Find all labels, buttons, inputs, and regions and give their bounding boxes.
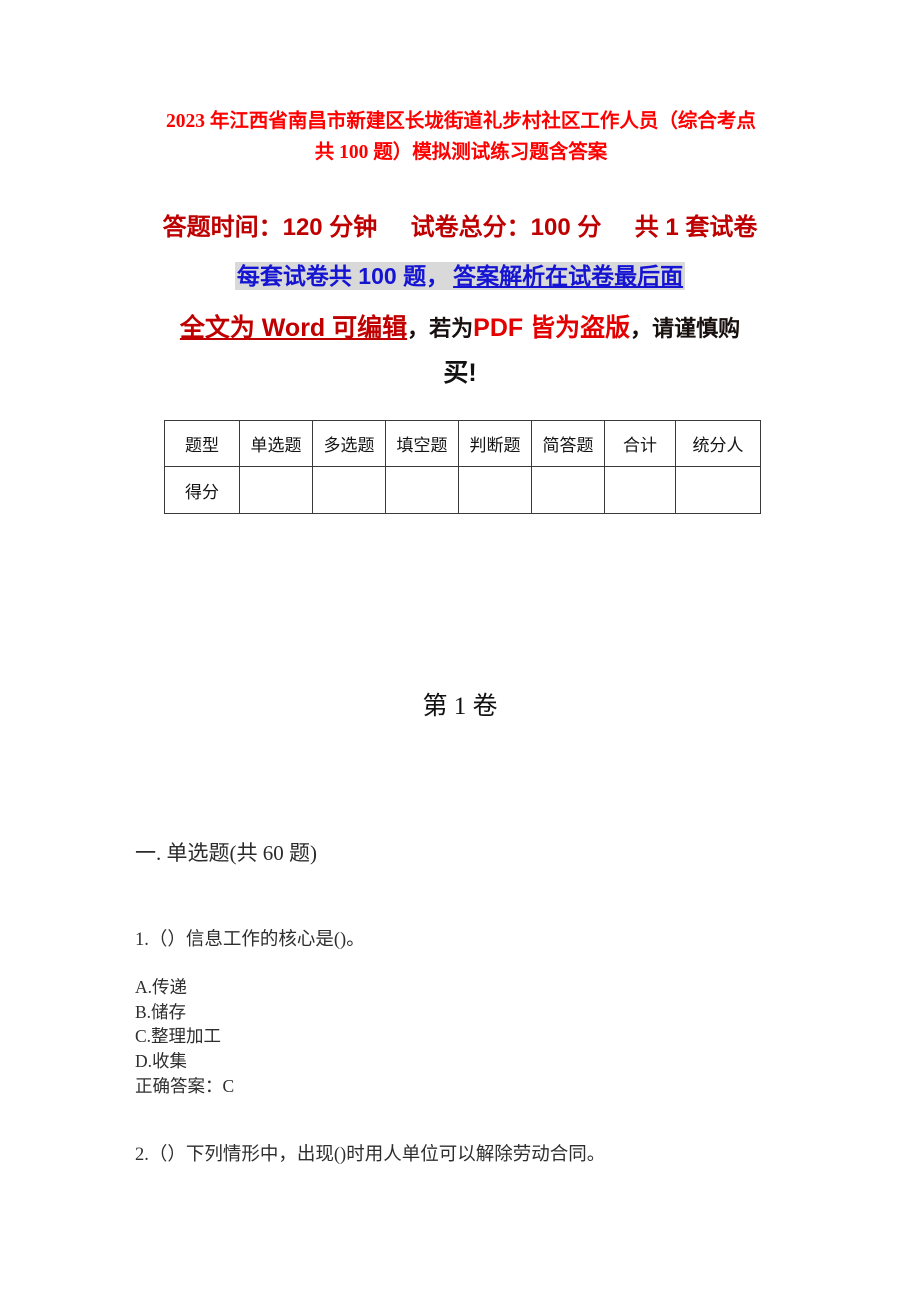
if-pdf-prefix: ，若为 bbox=[407, 316, 474, 341]
document-title: 2023 年江西省南昌市新建区长垅街道礼步村社区工作人员（综合考点共 100 题… bbox=[166, 111, 756, 163]
word-editable-note: 全文为 Word 可编辑 bbox=[179, 314, 408, 342]
row-label-cell: 得分 bbox=[164, 466, 240, 514]
format-warning-line: 全文为 Word 可编辑，若为PDF 皆为盗版，请谨慎购 买! bbox=[140, 306, 780, 396]
question-option[interactable]: B.储存 bbox=[135, 1000, 835, 1025]
score-cell[interactable] bbox=[675, 466, 761, 514]
question-option[interactable]: A.传递 bbox=[135, 975, 835, 1000]
question-stem: 1.（）信息工作的核心是()。 bbox=[135, 930, 365, 950]
question-answer: 正确答案：C bbox=[135, 1076, 235, 1096]
answer-analysis-note: 答案解析在试卷最后面 bbox=[451, 262, 686, 290]
table-header-cell: 题型 bbox=[164, 420, 240, 467]
table-header-cell: 判断题 bbox=[458, 420, 532, 467]
caution-suffix: ，请谨慎购 bbox=[630, 316, 741, 341]
total-score-label: 试卷总分：100 分 bbox=[410, 214, 602, 241]
section-heading-single-choice: 一. 单选题(共 60 题) bbox=[135, 841, 317, 865]
score-cell[interactable] bbox=[385, 466, 459, 514]
question-option[interactable]: C.整理加工 bbox=[135, 1024, 835, 1049]
table-header-cell: 简答题 bbox=[531, 420, 605, 467]
exam-info-line: 答题时间：120 分钟 试卷总分：100 分 共 1 套试卷 bbox=[140, 210, 780, 246]
score-table: 题型 单选题 多选题 填空题 判断题 简答题 合计 统分人 得分 bbox=[164, 420, 761, 514]
question-options: A.传递 B.储存 C.整理加工 D.收集 正确答案：C bbox=[135, 975, 835, 1099]
table-header-cell: 单选题 bbox=[239, 420, 313, 467]
table-header-row: 题型 单选题 多选题 填空题 判断题 简答题 合计 统分人 bbox=[164, 420, 761, 467]
exam-time-label: 答题时间：120 分钟 bbox=[162, 214, 378, 241]
answer-location-line: 每套试卷共 100 题， 答案解析在试卷最后面 bbox=[140, 258, 780, 294]
question-item: 2.（）下列情形中，出现()时用人单位可以解除劳动合同。 bbox=[135, 1140, 835, 1170]
question-item: 1.（）信息工作的核心是()。 A.传递 B.储存 C.整理加工 D.收集 正确… bbox=[135, 925, 835, 1099]
question-stem: 2.（）下列情形中，出现()时用人单位可以解除劳动合同。 bbox=[135, 1145, 606, 1165]
score-cell[interactable] bbox=[531, 466, 605, 514]
caution-tail: 买! bbox=[443, 359, 477, 387]
table-header-cell: 多选题 bbox=[312, 420, 386, 467]
set-count-label: 共 1 套试卷 bbox=[634, 214, 758, 241]
score-cell[interactable] bbox=[239, 466, 313, 514]
volume-title: 第 1 卷 bbox=[422, 693, 498, 720]
score-cell[interactable] bbox=[458, 466, 532, 514]
score-cell[interactable] bbox=[604, 466, 676, 514]
pdf-pirated-note: PDF 皆为盗版 bbox=[473, 314, 631, 342]
question-option[interactable]: D.收集 bbox=[135, 1049, 835, 1074]
per-set-question-count: 每套试卷共 100 题， bbox=[234, 262, 452, 290]
table-header-cell: 统分人 bbox=[675, 420, 761, 467]
score-cell[interactable] bbox=[312, 466, 386, 514]
table-row: 得分 bbox=[164, 466, 761, 514]
table-header-cell: 填空题 bbox=[385, 420, 459, 467]
document-page: 2023 年江西省南昌市新建区长垅街道礼步村社区工作人员（综合考点共 100 题… bbox=[0, 0, 920, 1302]
table-header-cell: 合计 bbox=[604, 420, 676, 467]
